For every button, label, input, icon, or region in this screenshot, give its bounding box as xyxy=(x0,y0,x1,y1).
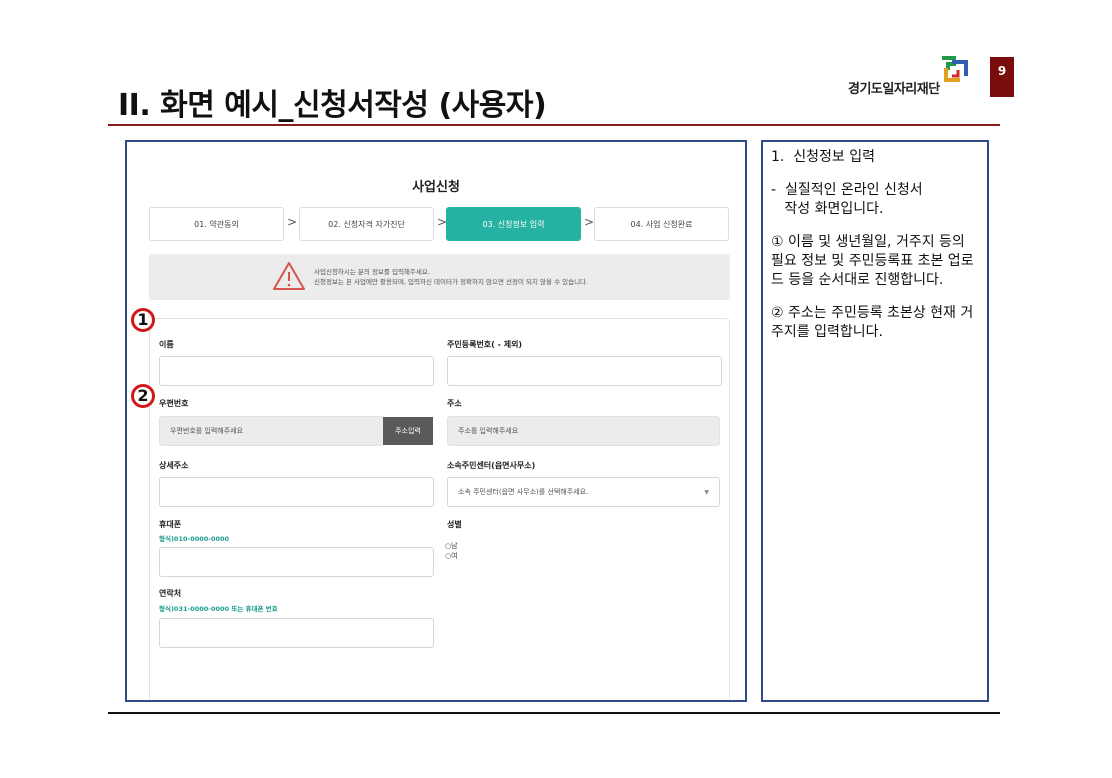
step-label: 02. 신청자격 자가진단 xyxy=(328,219,405,229)
name-input[interactable] xyxy=(159,356,434,386)
bottom-divider xyxy=(108,712,1000,714)
notice-line: 신청정보는 본 사업에만 활용되며, 입력하신 데이터가 정확하지 않으면 선정… xyxy=(314,278,589,286)
notice-line: 사업신청하시는 분의 정보를 입력해주세요. xyxy=(314,268,430,276)
chevron-right-icon: > xyxy=(287,215,298,229)
center-select[interactable]: 소속 주민센터(읍면 사무소)를 선택해주세요. ▼ xyxy=(447,477,720,507)
step-label: 04. 사업 신청완료 xyxy=(630,219,693,229)
rrn-label: 주민등록번호( - 제외) xyxy=(447,340,523,349)
notice-box: 사업신청하시는 분의 정보를 입력해주세요. 신청정보는 본 사업에만 활용되며… xyxy=(149,254,730,300)
title-divider xyxy=(108,124,1000,126)
center-label: 소속주민센터(읍면사무소) xyxy=(447,461,536,470)
logo-mark-icon xyxy=(942,56,968,82)
gender-female-radio[interactable]: ○여 xyxy=(445,551,458,561)
address-placeholder: 주소를 입력해주세요 xyxy=(458,427,519,435)
callout-marker-2: 2 xyxy=(131,384,155,408)
step-complete[interactable]: 04. 사업 신청완료 xyxy=(594,207,729,241)
description-panel: 1. 신청정보 입력 - 실질적인 온라인 신청서 작성 화면입니다. ① 이름… xyxy=(761,140,989,702)
phone-hint: 형식)031-0000-0000 또는 휴대폰 번호 xyxy=(159,605,278,613)
description-point-1: ① 이름 및 생년월일, 거주지 등의 필요 정보 및 주민등록표 초본 업로드… xyxy=(771,234,974,288)
rrn-input[interactable] xyxy=(447,356,722,386)
screenshot-frame: 사업신청 01. 약관동의 > 02. 신청자격 자가진단 > 03. 신청정보… xyxy=(125,140,747,702)
phone-label: 연락처 xyxy=(159,589,182,598)
page-number: 9 xyxy=(990,57,1014,97)
chevron-right-icon: > xyxy=(584,215,595,229)
warning-icon xyxy=(273,262,305,290)
caret-down-icon: ▼ xyxy=(704,488,709,496)
foundation-logo: 경기도일자리재단 xyxy=(848,52,973,102)
description-heading: 1. 신청정보 입력 xyxy=(771,149,875,165)
form-title: 사업신청 xyxy=(412,180,460,195)
step-agreement[interactable]: 01. 약관동의 xyxy=(149,207,284,241)
detail-address-input[interactable] xyxy=(159,477,434,507)
notice-text: 사업신청하시는 분의 정보를 입력해주세요. 신청정보는 본 사업에만 활용되며… xyxy=(314,267,588,287)
address-search-button[interactable]: 주소입력 xyxy=(383,417,433,445)
detail-address-label: 상세주소 xyxy=(159,461,189,470)
mobile-input[interactable] xyxy=(159,547,434,577)
step-info-input[interactable]: 03. 신청정보 입력 xyxy=(446,207,581,241)
mobile-label: 휴대폰 xyxy=(159,520,182,529)
name-label: 이름 xyxy=(159,340,174,349)
description-point-2: ② 주소는 주민등록 초본상 현재 거주지를 입력합니다. xyxy=(771,305,974,340)
step-label: 03. 신청정보 입력 xyxy=(482,219,545,229)
zip-input[interactable]: 우편번호를 입력해주세요 xyxy=(159,416,385,446)
center-placeholder: 소속 주민센터(읍면 사무소)를 선택해주세요. xyxy=(458,488,589,496)
callout-marker-1: 1 xyxy=(131,308,155,332)
slide-title: II. 화면 예시_신청서작성 (사용자) xyxy=(118,88,547,123)
phone-input[interactable] xyxy=(159,618,434,648)
address-label: 주소 xyxy=(447,399,462,408)
address-input[interactable]: 주소를 입력해주세요 xyxy=(447,416,720,446)
description-intro: - 실질적인 온라인 신청서 작성 화면입니다. xyxy=(771,182,923,217)
logo-text: 경기도일자리재단 xyxy=(848,82,940,97)
step-self-diagnosis[interactable]: 02. 신청자격 자가진단 xyxy=(299,207,434,241)
zip-placeholder: 우편번호를 입력해주세요 xyxy=(170,427,244,435)
zip-label: 우편번호 xyxy=(159,399,189,408)
step-label: 01. 약관동의 xyxy=(194,219,239,229)
mobile-hint: 형식)010-0000-0000 xyxy=(159,535,230,543)
gender-label: 성별 xyxy=(447,520,462,529)
gender-male-radio[interactable]: ○남 xyxy=(445,541,458,551)
